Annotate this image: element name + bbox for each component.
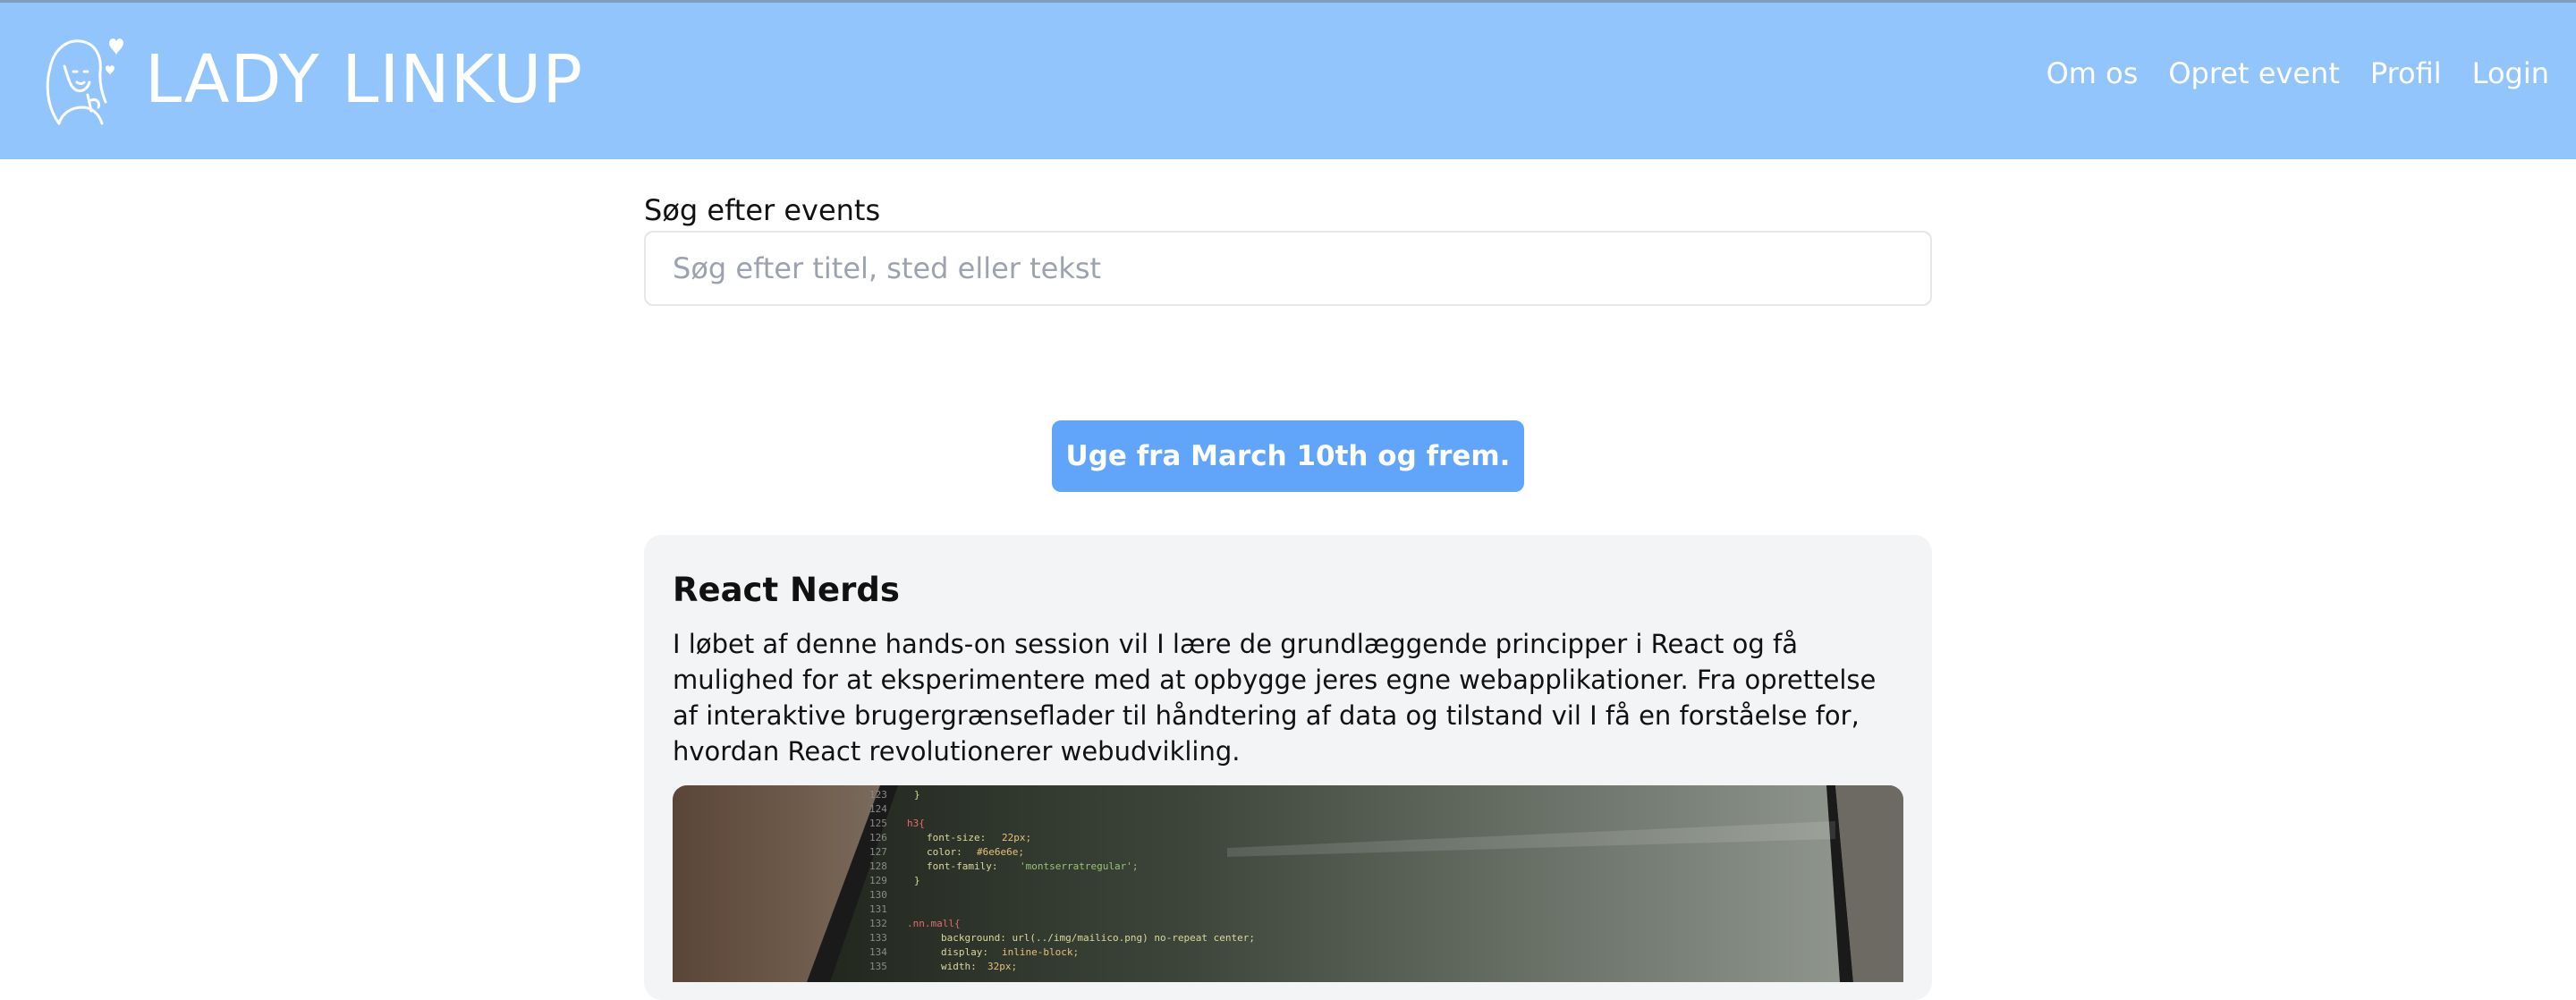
svg-text:126: 126 [869,832,887,843]
svg-text:123: 123 [869,789,887,801]
svg-text:h3{: h3{ [907,818,925,829]
svg-text:128: 128 [869,860,887,872]
svg-text:#6e6e6e;: #6e6e6e; [977,846,1024,858]
svg-text:display:: display: [941,946,988,958]
svg-text:125: 125 [869,818,887,829]
svg-text:}: } [914,789,920,801]
svg-text:135: 135 [869,961,887,972]
site-header: LADY LINKUP Om os Opret event Profil Log… [0,0,2576,159]
svg-text:22px;: 22px; [1002,832,1031,843]
nav-login[interactable]: Login [2472,59,2549,88]
event-image: 123} 124 125 h3{ 126 font-size: 22px; 127 c… [673,785,1903,982]
brand-name: LADY LINKUP [145,41,583,118]
week-filter-button[interactable]: Uge fra March 10th og frem. [1052,420,1524,492]
svg-text:130: 130 [869,889,887,901]
search-label: Søg efter events [644,193,881,227]
nav-opret-event[interactable]: Opret event [2168,59,2340,88]
svg-text:color:: color: [927,846,962,858]
laptop-code-photo: 123} 124 125 h3{ 126 font-size: 22px; 127 c… [807,785,1903,982]
event-description: I løbet af denne hands-on session vil I … [673,629,1877,767]
svg-text:}: } [914,875,920,886]
main-nav: Om os Opret event Profil Login [2046,59,2549,88]
woman-logo-icon [46,38,123,125]
svg-text:32px;: 32px; [987,961,1017,972]
svg-text:font-family:: font-family: [927,860,997,872]
svg-text:124: 124 [869,803,887,815]
svg-text:132: 132 [869,918,887,929]
nav-profil[interactable]: Profil [2370,59,2442,88]
event-title: React Nerds [673,571,900,609]
search-input[interactable] [644,231,1932,306]
svg-text:133: 133 [869,932,887,944]
svg-text:127: 127 [869,846,887,858]
svg-text:131: 131 [869,903,887,915]
svg-text:width:: width: [941,961,977,972]
svg-text:.nn.mall{: .nn.mall{ [907,918,961,929]
svg-text:134: 134 [869,946,887,958]
svg-text:129: 129 [869,875,887,886]
nav-om-os[interactable]: Om os [2046,59,2139,88]
svg-text:inline-block;: inline-block; [1002,946,1079,958]
event-card[interactable]: React Nerds I løbet af denne hands-on se… [644,535,1932,1000]
svg-text:background: url(../img/mailico: background: url(../img/mailico.png) no-r… [941,932,1255,944]
svg-text:font-size:: font-size: [927,832,986,843]
logo-link[interactable]: LADY LINKUP [32,30,583,129]
svg-text:'montserratregular';: 'montserratregular'; [1020,860,1138,872]
